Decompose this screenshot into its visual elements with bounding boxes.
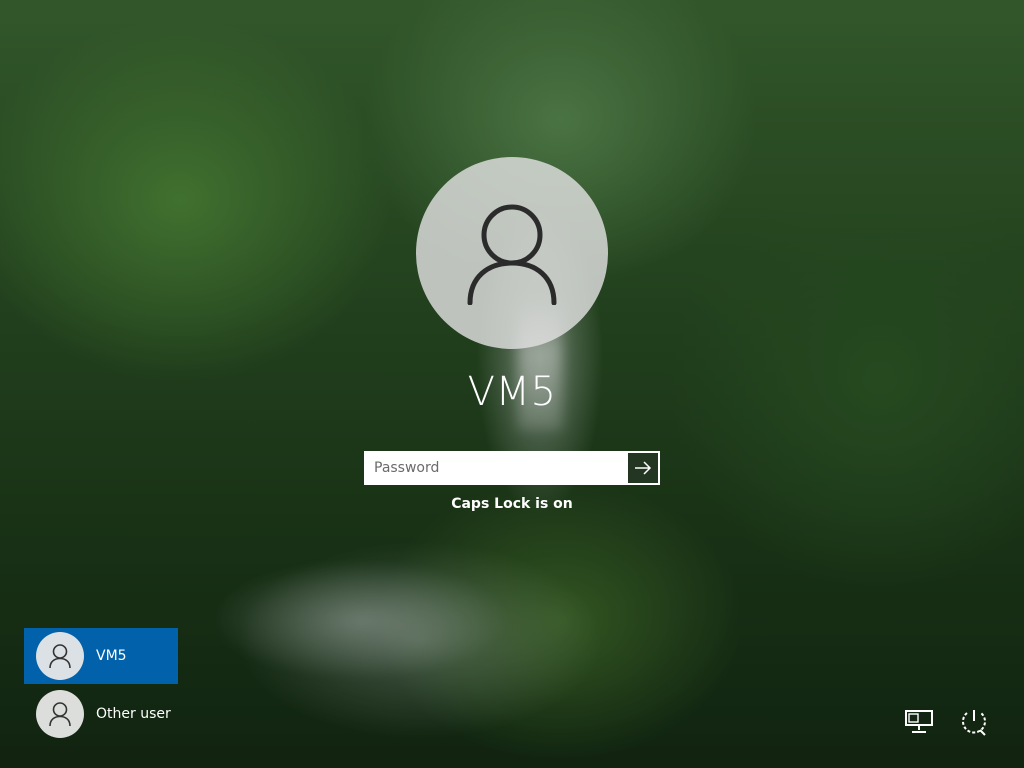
user-item-vm5[interactable]: VM5: [24, 628, 178, 684]
password-form: [364, 451, 660, 485]
user-icon: [467, 204, 557, 305]
user-item-label: VM5: [96, 648, 127, 664]
submit-button[interactable]: [626, 451, 660, 485]
avatar: [36, 632, 84, 680]
user-icon: [49, 702, 71, 727]
user-avatar: [416, 157, 608, 349]
lock-screen: VM5 Caps Lock is on VM5 Other user: [0, 0, 1024, 768]
password-input[interactable]: [364, 451, 626, 485]
network-icon: [905, 710, 933, 733]
avatar: [36, 690, 84, 738]
caps-lock-warning: Caps Lock is on: [451, 496, 573, 512]
user-item-label: Other user: [96, 706, 171, 722]
power-icon: [962, 710, 986, 736]
system-tray: [902, 704, 992, 740]
username-label: VM5: [467, 369, 557, 415]
power-button[interactable]: [956, 704, 992, 740]
user-switcher: VM5 Other user: [24, 628, 178, 742]
user-item-other-user[interactable]: Other user: [24, 686, 178, 742]
arrow-right-icon: [635, 461, 652, 475]
user-icon: [49, 644, 71, 669]
network-button[interactable]: [902, 704, 938, 740]
